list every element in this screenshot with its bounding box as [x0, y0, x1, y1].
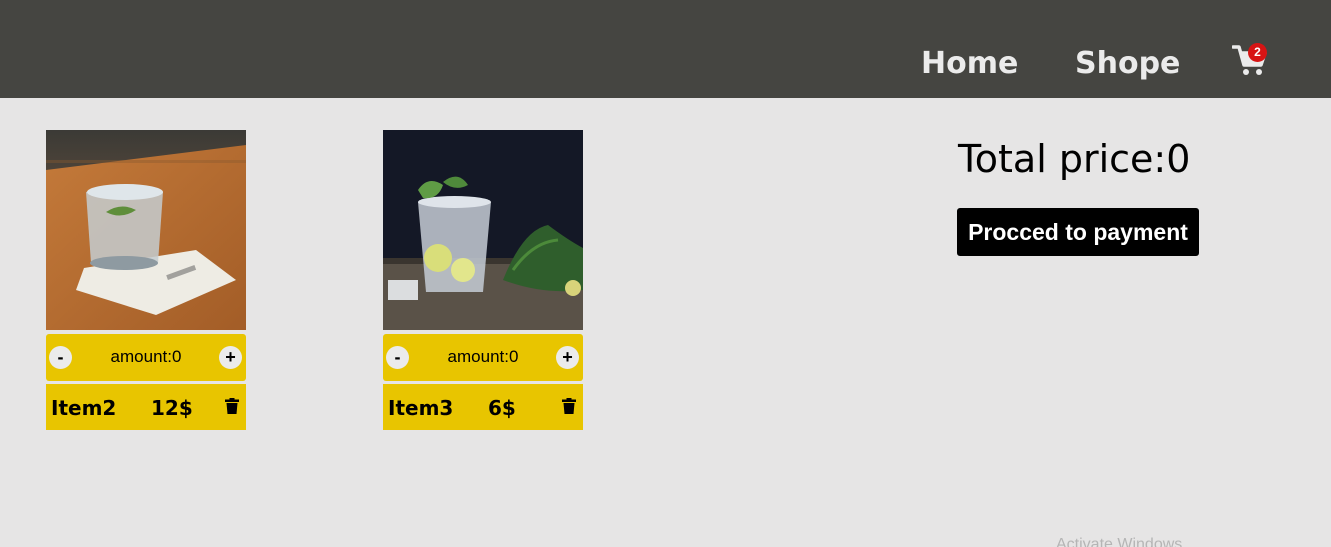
item-price: 6$ [488, 396, 516, 420]
increase-button[interactable]: + [556, 346, 579, 369]
amount-bar: - amount:0 + [383, 334, 583, 381]
cart-count-badge: 2 [1248, 43, 1267, 62]
activate-windows-watermark: Activate Windows [1056, 536, 1183, 547]
item-name: Item3 [388, 396, 454, 420]
item-image [383, 130, 583, 330]
item-info-bar: Item2 12$ [46, 384, 246, 430]
trash-icon[interactable] [225, 398, 239, 414]
nav-home-link[interactable]: Home [921, 44, 1018, 84]
total-price: Total price:0 [958, 137, 1191, 181]
item-image [46, 130, 246, 330]
amount-label: amount:0 [110, 347, 182, 366]
item-info-bar: Item3 6$ [383, 384, 583, 430]
proceed-to-payment-button[interactable]: Procced to payment [957, 208, 1199, 256]
nav-shop-link[interactable]: Shope [1075, 44, 1180, 84]
cart-button[interactable]: 2 [1232, 42, 1272, 78]
trash-icon[interactable] [562, 398, 576, 414]
item-price: 12$ [151, 396, 193, 420]
increase-button[interactable]: + [219, 346, 242, 369]
cart-item-card: - amount:0 + Item3 6$ [383, 130, 583, 430]
amount-bar: - amount:0 + [46, 334, 246, 381]
item-name: Item2 [51, 396, 117, 420]
cart-item-card: - amount:0 + Item2 12$ [46, 130, 246, 430]
amount-label: amount:0 [447, 347, 519, 366]
navbar: Home Shope 2 [0, 0, 1331, 98]
